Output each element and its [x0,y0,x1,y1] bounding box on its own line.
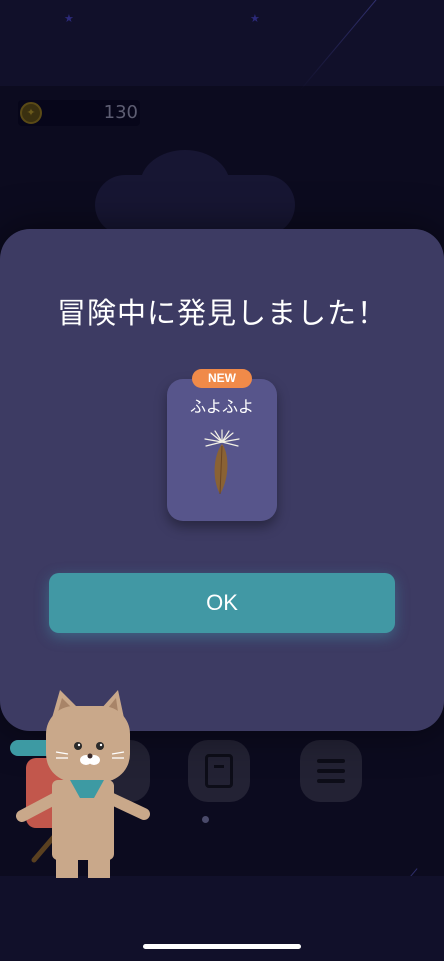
home-indicator[interactable] [143,944,301,949]
star-decoration: ★ [64,12,74,25]
ok-button[interactable]: OK [49,573,395,633]
collection-book-button[interactable] [188,740,250,802]
page-indicator-dot [202,816,209,823]
menu-button[interactable] [300,740,362,802]
menu-icon [317,759,345,789]
new-badge: NEW [192,369,252,388]
book-icon [205,754,233,788]
star-decoration: ★ [250,12,260,25]
dialog-title: 冒険中に発見しました！ [56,296,387,330]
coin-count: 130 [103,102,138,123]
item-name: ふよふよ [189,397,254,416]
feather-icon [197,428,247,498]
cloud-decoration [95,175,295,235]
coin-icon: ✦ [20,102,42,124]
cat-mascot [0,688,160,878]
